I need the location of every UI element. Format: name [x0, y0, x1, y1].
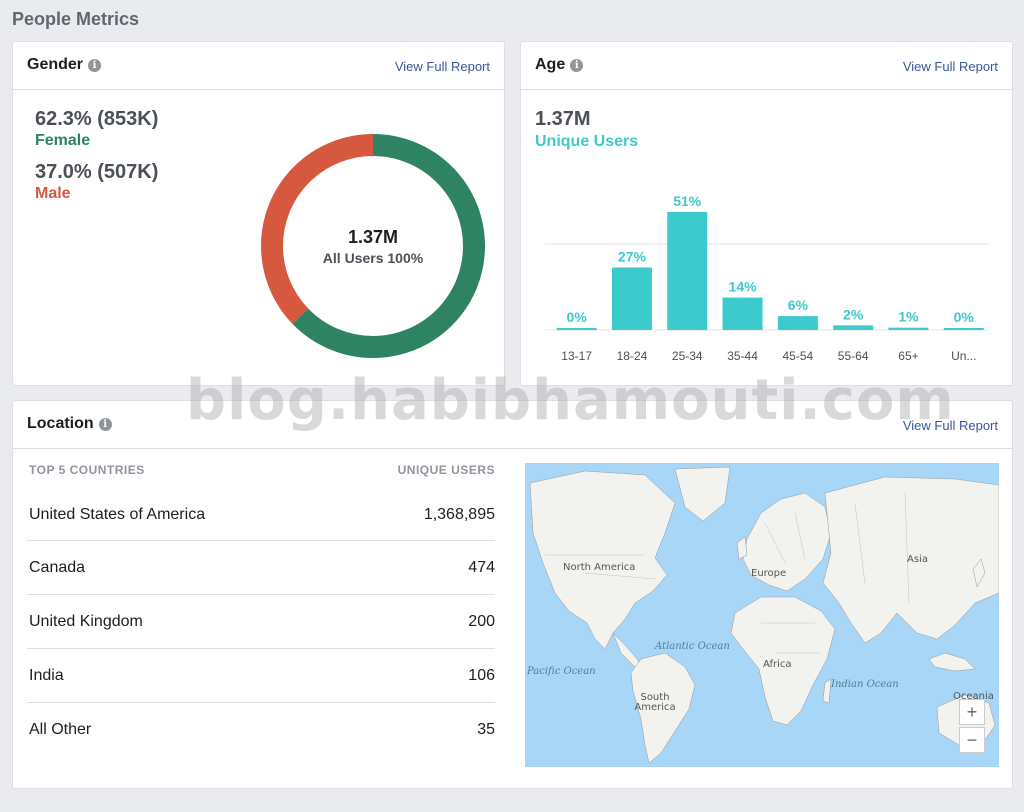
age-bar-value-label: 0%: [954, 309, 975, 325]
country-name: India: [29, 666, 64, 684]
location-view-full-report-link[interactable]: View Full Report: [903, 418, 998, 433]
page-title: People Metrics: [12, 9, 140, 29]
map-label-indian-ocean: Indian Ocean: [831, 679, 899, 690]
age-tick-label: 25-34: [672, 349, 703, 363]
gender-title: Gender i: [27, 56, 102, 74]
age-bar-25-34[interactable]: [667, 212, 708, 330]
age-tick-label: 45-54: [782, 349, 813, 363]
col-country-header: TOP 5 COUNTRIES: [29, 463, 145, 477]
gender-card-header: Gender i View Full Report: [13, 42, 504, 90]
age-title: Age i: [535, 56, 584, 74]
info-icon[interactable]: i: [570, 59, 584, 72]
location-card-header: Location i View Full Report: [13, 401, 1012, 449]
table-row: United Kingdom 200: [27, 595, 495, 649]
map-label-south-america: South America: [634, 692, 676, 713]
age-bar-45-54[interactable]: [777, 316, 818, 330]
age-bar-value-label: 14%: [729, 279, 758, 295]
female-value: 62.3% (853K): [35, 108, 159, 130]
col-users-header: UNIQUE USERS: [397, 463, 495, 477]
info-icon[interactable]: i: [98, 418, 112, 431]
table-row: All Other 35: [27, 703, 495, 757]
country-name: Canada: [29, 558, 86, 576]
age-tick-label: 35-44: [727, 349, 758, 363]
age-bar-65+[interactable]: [888, 327, 929, 330]
zoom-in-button[interactable]: +: [959, 699, 985, 725]
age-tick-label: 65+: [898, 349, 918, 363]
world-map-shapes: [529, 466, 999, 764]
age-bar-value-label: 27%: [618, 249, 647, 265]
male-stat: 37.0% (507K) Male: [35, 161, 158, 203]
age-view-full-report-link[interactable]: View Full Report: [903, 59, 998, 74]
donut-subtitle: All Users 100%: [322, 249, 424, 266]
info-icon[interactable]: i: [88, 59, 102, 72]
female-stat: 62.3% (853K) Female: [35, 108, 158, 150]
age-total: 1.37M: [535, 108, 591, 130]
map-label-north-america: North America: [563, 562, 636, 573]
map-label-asia: Asia: [907, 554, 928, 565]
age-tick-label: 13-17: [561, 349, 592, 363]
table-row: Canada 474: [27, 541, 495, 595]
donut-total: 1.37M: [347, 226, 399, 247]
age-bar-55-64[interactable]: [833, 325, 874, 330]
age-card-header: Age i View Full Report: [521, 42, 1012, 90]
age-bar-18-24[interactable]: [611, 267, 652, 330]
world-map[interactable]: North America South America Europe Afric…: [525, 463, 999, 767]
country-users: 1,368,895: [423, 505, 495, 523]
zoom-out-button[interactable]: −: [959, 727, 985, 753]
age-subtitle: Unique Users: [535, 133, 639, 150]
map-label-europe: Europe: [751, 568, 787, 579]
country-name: United Kingdom: [29, 612, 143, 630]
country-users: 474: [468, 558, 495, 576]
country-users: 106: [468, 666, 495, 684]
age-card: Age i View Full Report 1.37M Unique Users…: [520, 41, 1013, 386]
map-label-atlantic-ocean: Atlantic Ocean: [655, 641, 730, 652]
country-users: 35: [477, 721, 495, 738]
age-tick-label: 55-64: [838, 349, 869, 363]
age-tick-label: 18-24: [617, 349, 648, 363]
country-users: 200: [468, 612, 495, 630]
age-bar-value-label: 1%: [898, 309, 919, 325]
gender-card: Gender i View Full Report 62.3% (853K) Fe…: [12, 41, 505, 386]
country-name: All Other: [29, 721, 92, 738]
location-title: Location i: [27, 415, 112, 433]
female-label: Female: [35, 132, 91, 149]
donut-center: 1.37M All Users 100%: [259, 132, 487, 360]
age-tick-label: Un...: [951, 349, 976, 363]
table-row: India 106: [27, 649, 495, 703]
country-name: United States of America: [29, 505, 206, 523]
age-bar-value-label: 2%: [843, 306, 864, 322]
gender-view-full-report-link[interactable]: View Full Report: [395, 59, 490, 74]
age-bar-Un...[interactable]: [943, 328, 984, 330]
male-label: Male: [35, 185, 71, 202]
male-value: 37.0% (507K): [35, 161, 159, 183]
age-bar-13-17[interactable]: [556, 328, 597, 330]
countries-table: TOP 5 COUNTRIES UNIQUE USERS United Stat…: [27, 463, 495, 757]
age-bar-value-label: 51%: [673, 193, 702, 209]
age-bar-35-44[interactable]: [722, 297, 763, 330]
map-label-pacific-ocean: Pacific Ocean: [527, 666, 596, 677]
map-label-africa: Africa: [763, 659, 792, 670]
age-bar-value-label: 6%: [788, 297, 809, 313]
age-bar-value-label: 0%: [567, 309, 588, 325]
age-bar-chart: 0% 13-17 27% 18-24 51% 25-34 14% 35-44 6% 45-54 2%…: [545, 193, 989, 363]
location-card: Location i View Full Report TOP 5 COUNTRI…: [12, 400, 1013, 789]
